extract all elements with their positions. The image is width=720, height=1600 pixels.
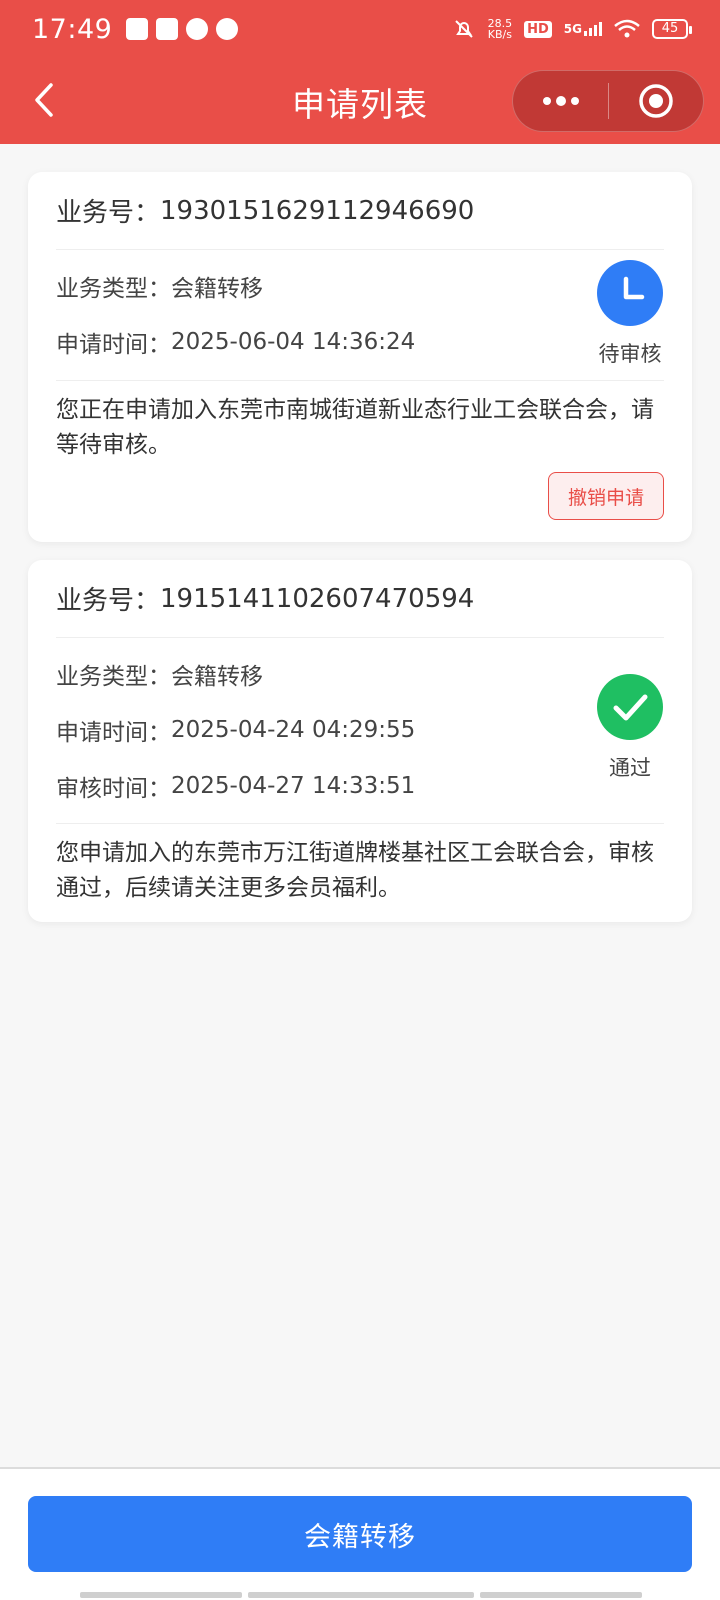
calendar-icon xyxy=(156,18,179,40)
application-info: 业务类型： 会籍转移 申请时间： 2025-06-04 14:36:24 待审核 xyxy=(56,250,664,381)
nav-bar: 申请列表 xyxy=(0,58,720,144)
apply-time-value: 2025-04-24 04:29:55 xyxy=(171,717,416,743)
net-speed-unit: KB/s xyxy=(487,28,512,41)
application-description: 您申请加入的东莞市万江街道牌楼基社区工会联合会，审核通过，后续请关注更多会员福利… xyxy=(56,840,654,901)
status-text: 待审核 xyxy=(598,342,662,366)
application-description: 您正在申请加入东莞市南城街道新业态行业工会联合会，请等待审核。 xyxy=(56,397,654,458)
miniprogram-capsule xyxy=(512,70,704,132)
notification-icons xyxy=(126,18,239,40)
net-speed: 28.5 KB/s xyxy=(488,18,513,40)
business-type-row: 业务类型： 会籍转移 xyxy=(56,258,664,314)
more-dots-icon xyxy=(542,96,579,106)
network-type: 5G xyxy=(563,22,582,36)
application-info: 业务类型： 会籍转移 申请时间： 2025-04-24 04:29:55 审核时… xyxy=(56,638,664,824)
status-bar: 17:49 28.5 KB/s HD 5G 45 xyxy=(0,0,720,58)
wechat-icon xyxy=(216,18,239,40)
apply-time-label: 申请时间： xyxy=(56,332,171,358)
apply-time-row: 申请时间： 2025-06-04 14:36:24 xyxy=(56,314,664,370)
target-circle-icon xyxy=(639,84,673,118)
business-type-label: 业务类型： xyxy=(56,664,171,690)
message-icon xyxy=(186,18,209,40)
clock-icon xyxy=(597,260,663,326)
check-icon xyxy=(597,674,663,740)
apply-time-row: 申请时间： 2025-04-24 04:29:55 xyxy=(56,702,664,758)
business-number: 1930151629112946690 xyxy=(160,195,475,226)
status-right: 28.5 KB/s HD 5G 45 xyxy=(452,17,692,41)
apply-time-label: 申请时间： xyxy=(56,720,171,746)
hd-badge: HD xyxy=(524,20,552,38)
mute-bell-icon xyxy=(454,20,473,38)
business-type-value: 会籍转移 xyxy=(171,664,263,690)
status-time: 17:49 xyxy=(32,13,113,45)
review-time-label: 审核时间： xyxy=(56,776,171,802)
business-number-row: 业务号： 1930151629112946690 xyxy=(56,172,664,250)
home-indicator xyxy=(80,1592,642,1598)
battery-icon: 45 xyxy=(652,19,692,39)
business-type-row: 业务类型： 会籍转移 xyxy=(56,646,664,702)
review-time-row: 审核时间： 2025-04-27 14:33:51 xyxy=(56,758,664,814)
business-type-label: 业务类型： xyxy=(56,276,171,302)
storage-icon xyxy=(126,18,149,40)
business-number: 1915141102607470594 xyxy=(160,583,475,614)
wifi-icon xyxy=(614,19,640,38)
business-number-row: 业务号： 1915141102607470594 xyxy=(56,560,664,638)
membership-transfer-button[interactable]: 会籍转移 xyxy=(28,1496,692,1572)
status-text: 通过 xyxy=(609,756,651,780)
application-card: 业务号： 1915141102607470594 业务类型： 会籍转移 申请时间… xyxy=(28,560,692,922)
signal-icon: 5G xyxy=(564,22,602,36)
app-header: 17:49 28.5 KB/s HD 5G 45 申请列表 xyxy=(0,0,720,144)
more-button[interactable] xyxy=(513,70,608,132)
business-number-label: 业务号： xyxy=(56,198,161,228)
business-number-label: 业务号： xyxy=(56,586,161,616)
close-miniprogram-button[interactable] xyxy=(609,70,703,132)
business-type-value: 会籍转移 xyxy=(171,276,263,302)
apply-time-value: 2025-06-04 14:36:24 xyxy=(171,329,416,355)
revoke-application-button[interactable]: 撤销申请 xyxy=(548,472,664,520)
review-time-value: 2025-04-27 14:33:51 xyxy=(171,773,416,799)
status-indicator: 通过 xyxy=(596,674,664,782)
status-indicator: 待审核 xyxy=(596,260,664,368)
